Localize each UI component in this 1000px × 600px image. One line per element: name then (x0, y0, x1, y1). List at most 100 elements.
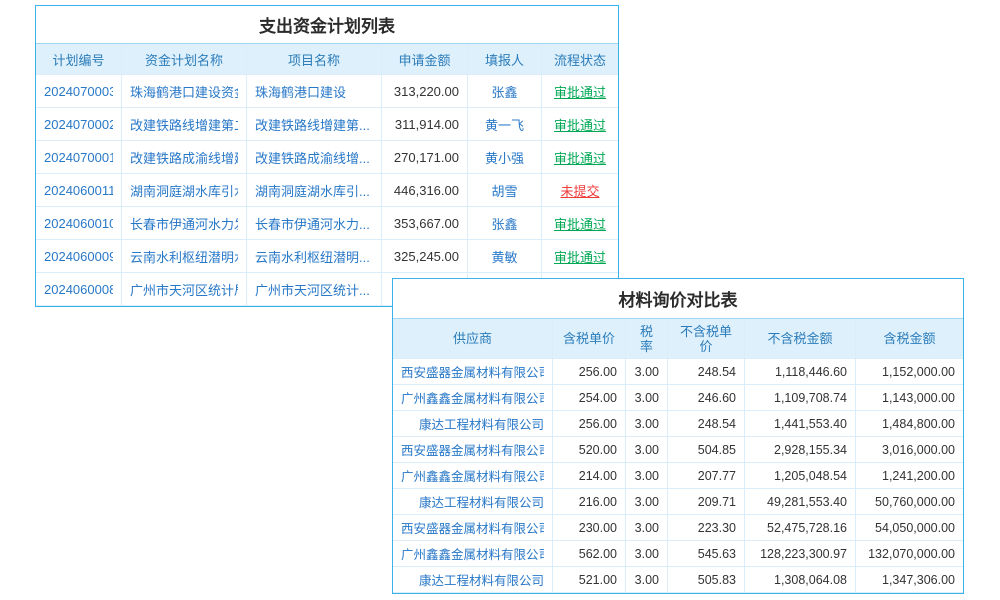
price-incl-tax-cell: 520.00 (553, 437, 626, 463)
column-header-amount: 申请金额 (382, 44, 468, 75)
tax-rate-cell: 3.00 (626, 359, 668, 385)
table-row: 2024070003 珠海鹤港口建设资金... 珠海鹤港口建设 313,220.… (36, 75, 618, 108)
project-name-link[interactable]: 改建铁路成渝线增... (255, 148, 370, 167)
amount-cell: 446,316.00 (382, 174, 468, 207)
status-link[interactable]: 审批通过 (554, 148, 606, 167)
supplier-link[interactable]: 广州鑫鑫金属材料有限公司 (401, 466, 544, 485)
table-row: 2024070001 改建铁路成渝线增建... 改建铁路成渝线增... 270,… (36, 141, 618, 174)
table-row: 康达工程材料有限公司 256.00 3.00 248.54 1,441,553.… (393, 411, 963, 437)
page-title-material: 材料询价对比表 (393, 279, 963, 319)
supplier-link[interactable]: 康达工程材料有限公司 (419, 570, 544, 589)
person-link[interactable]: 黄一飞 (485, 115, 524, 134)
status-link[interactable]: 审批通过 (554, 115, 606, 134)
plan-id-link[interactable]: 2024070002 (44, 117, 113, 132)
price-incl-tax-cell: 521.00 (553, 567, 626, 593)
supplier-link[interactable]: 广州鑫鑫金属材料有限公司 (401, 544, 544, 563)
price-incl-tax-cell: 256.00 (553, 411, 626, 437)
plan-id-link[interactable]: 2024070003 (44, 84, 113, 99)
column-header-project-name: 项目名称 (247, 44, 382, 75)
amount-excl-tax-cell: 52,475,728.16 (745, 515, 856, 541)
amount-cell: 311,914.00 (382, 108, 468, 141)
project-name-link[interactable]: 长春市伊通河水力... (255, 214, 370, 233)
column-header-amount-excl-tax: 不含税金额 (745, 319, 856, 359)
person-link[interactable]: 黄敏 (491, 247, 517, 266)
amount-incl-tax-cell: 3,016,000.00 (856, 437, 963, 463)
supplier-link[interactable]: 康达工程材料有限公司 (419, 414, 544, 433)
tax-rate-cell: 3.00 (626, 385, 668, 411)
amount-incl-tax-cell: 1,347,306.00 (856, 567, 963, 593)
amount-excl-tax-cell: 1,109,708.74 (745, 385, 856, 411)
plan-name-link[interactable]: 云南水利枢纽潜明水... (130, 247, 238, 266)
supplier-link[interactable]: 西安盛器金属材料有限公司 (401, 440, 544, 459)
price-excl-tax-cell: 504.85 (668, 437, 745, 463)
column-header-status: 流程状态 (542, 44, 618, 75)
table-row: 康达工程材料有限公司 521.00 3.00 505.83 1,308,064.… (393, 567, 963, 593)
plan-name-link[interactable]: 广州市天河区统计局... (130, 280, 238, 299)
table-row: 广州鑫鑫金属材料有限公司 254.00 3.00 246.60 1,109,70… (393, 385, 963, 411)
plan-id-link[interactable]: 2024060011 (44, 183, 113, 198)
material-table-body: 西安盛器金属材料有限公司 256.00 3.00 248.54 1,118,44… (393, 359, 963, 593)
tax-rate-cell: 3.00 (626, 489, 668, 515)
amount-cell: 325,245.00 (382, 240, 468, 273)
expenditure-plan-panel: 支出资金计划列表 计划编号 资金计划名称 项目名称 申请金额 填报人 流程状态 … (35, 5, 619, 307)
price-incl-tax-cell: 562.00 (553, 541, 626, 567)
amount-excl-tax-cell: 1,441,553.40 (745, 411, 856, 437)
supplier-link[interactable]: 康达工程材料有限公司 (419, 492, 544, 511)
plan-id-link[interactable]: 2024060008 (44, 282, 113, 297)
amount-cell: 313,220.00 (382, 75, 468, 108)
amount-excl-tax-cell: 128,223,300.97 (745, 541, 856, 567)
amount-cell: 353,667.00 (382, 207, 468, 240)
project-name-link[interactable]: 改建铁路线增建第... (255, 115, 370, 134)
table-row: 广州鑫鑫金属材料有限公司 562.00 3.00 545.63 128,223,… (393, 541, 963, 567)
person-link[interactable]: 张鑫 (491, 214, 517, 233)
plan-name-link[interactable]: 改建铁路成渝线增建... (130, 148, 238, 167)
amount-incl-tax-cell: 1,484,800.00 (856, 411, 963, 437)
amount-incl-tax-cell: 1,143,000.00 (856, 385, 963, 411)
project-name-link[interactable]: 湖南洞庭湖水库引... (255, 181, 370, 200)
status-link[interactable]: 审批通过 (554, 214, 606, 233)
project-name-link[interactable]: 云南水利枢纽潜明... (255, 247, 370, 266)
expenditure-table-body: 2024070003 珠海鹤港口建设资金... 珠海鹤港口建设 313,220.… (36, 75, 618, 306)
price-incl-tax-cell: 230.00 (553, 515, 626, 541)
tax-rate-cell: 3.00 (626, 541, 668, 567)
plan-id-link[interactable]: 2024070001 (44, 150, 113, 165)
status-link[interactable]: 审批通过 (554, 247, 606, 266)
person-link[interactable]: 胡雪 (491, 181, 517, 200)
table-row: 西安盛器金属材料有限公司 256.00 3.00 248.54 1,118,44… (393, 359, 963, 385)
project-name-link[interactable]: 珠海鹤港口建设 (255, 82, 346, 101)
price-excl-tax-cell: 505.83 (668, 567, 745, 593)
status-link[interactable]: 审批通过 (554, 82, 606, 101)
project-name-link[interactable]: 广州市天河区统计... (255, 280, 370, 299)
plan-id-link[interactable]: 2024060010 (44, 216, 113, 231)
column-header-price-excl-tax: 不含税单价 (668, 319, 745, 359)
plan-name-link[interactable]: 改建铁路线增建第二... (130, 115, 238, 134)
status-link[interactable]: 未提交 (560, 181, 599, 200)
plan-name-link[interactable]: 珠海鹤港口建设资金... (130, 82, 238, 101)
supplier-link[interactable]: 西安盛器金属材料有限公司 (401, 362, 544, 381)
tax-rate-cell: 3.00 (626, 463, 668, 489)
column-header-plan-id: 计划编号 (36, 44, 122, 75)
plan-id-link[interactable]: 2024060009 (44, 249, 113, 264)
price-incl-tax-cell: 256.00 (553, 359, 626, 385)
supplier-link[interactable]: 西安盛器金属材料有限公司 (401, 518, 544, 537)
amount-cell: 270,171.00 (382, 141, 468, 174)
person-link[interactable]: 张鑫 (491, 82, 517, 101)
table-row: 广州鑫鑫金属材料有限公司 214.00 3.00 207.77 1,205,04… (393, 463, 963, 489)
price-excl-tax-cell: 248.54 (668, 411, 745, 437)
table-row: 2024060010 长春市伊通河水力发... 长春市伊通河水力... 353,… (36, 207, 618, 240)
amount-excl-tax-cell: 1,308,064.08 (745, 567, 856, 593)
amount-excl-tax-cell: 1,205,048.54 (745, 463, 856, 489)
person-link[interactable]: 黄小强 (485, 148, 524, 167)
tax-rate-cell: 3.00 (626, 567, 668, 593)
plan-name-link[interactable]: 长春市伊通河水力发... (130, 214, 238, 233)
column-header-amount-incl-tax: 含税金额 (856, 319, 963, 359)
tax-rate-cell: 3.00 (626, 411, 668, 437)
price-incl-tax-cell: 216.00 (553, 489, 626, 515)
column-header-tax-rate: 税率 (626, 319, 668, 359)
supplier-link[interactable]: 广州鑫鑫金属材料有限公司 (401, 388, 544, 407)
price-incl-tax-cell: 214.00 (553, 463, 626, 489)
amount-excl-tax-cell: 1,118,446.60 (745, 359, 856, 385)
plan-name-link[interactable]: 湖南洞庭湖水库引水... (130, 181, 238, 200)
expenditure-table-header: 计划编号 资金计划名称 项目名称 申请金额 填报人 流程状态 (36, 44, 618, 75)
amount-excl-tax-cell: 49,281,553.40 (745, 489, 856, 515)
